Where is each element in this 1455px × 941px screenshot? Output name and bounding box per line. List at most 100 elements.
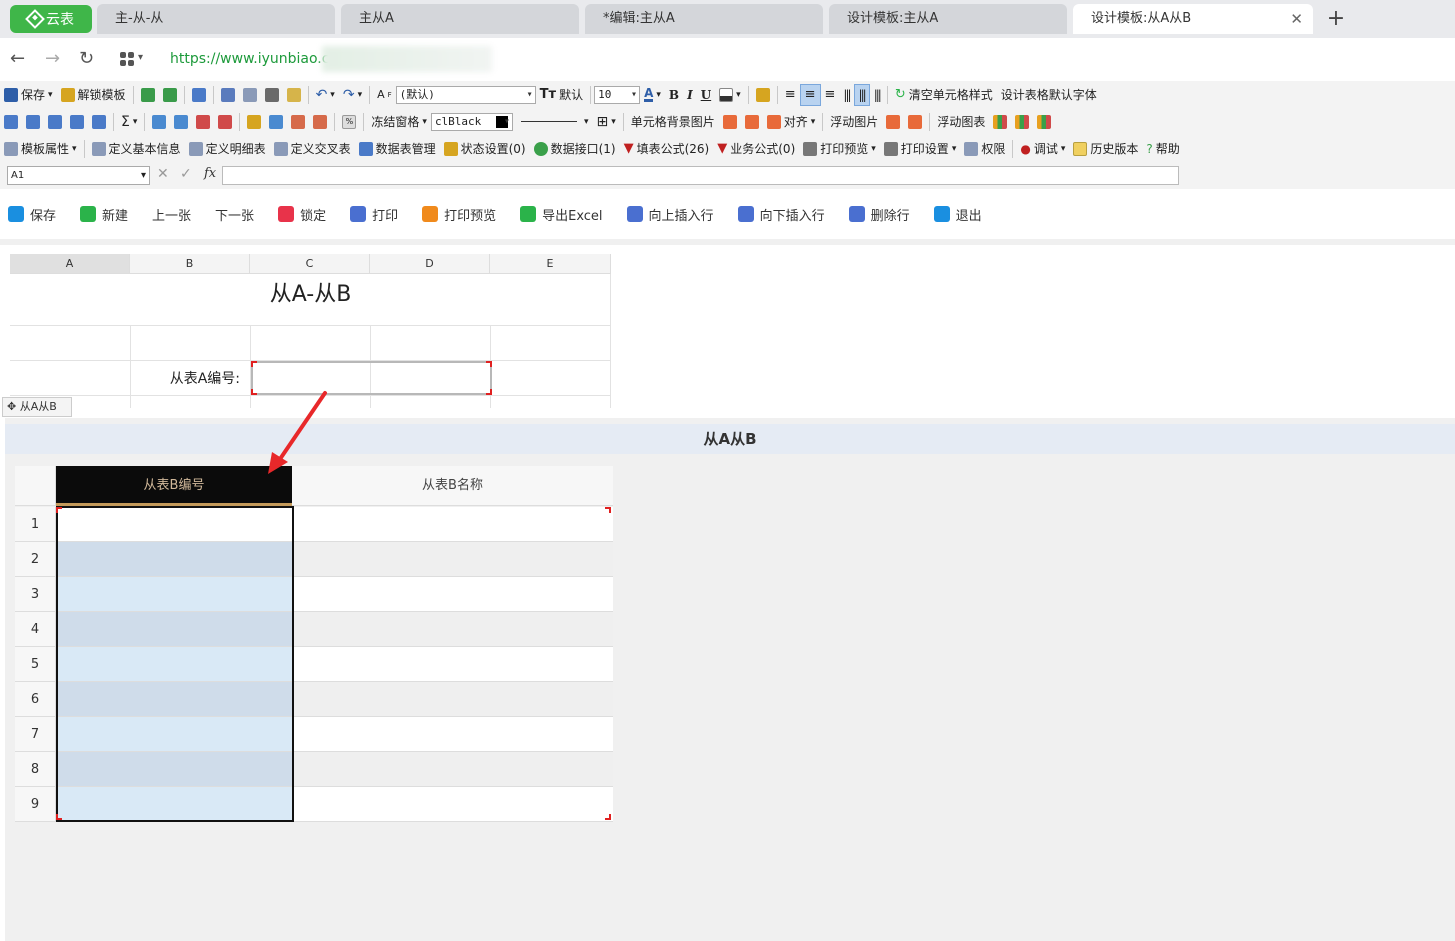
new-tab-icon[interactable]: + bbox=[1325, 4, 1347, 34]
close-tab-icon[interactable]: ✕ bbox=[1290, 4, 1303, 34]
reload-icon[interactable]: ↻ bbox=[79, 48, 94, 69]
row-number[interactable]: 5 bbox=[15, 647, 56, 682]
percent-format-button[interactable]: % bbox=[338, 111, 360, 133]
cell-slave-b-id[interactable] bbox=[56, 542, 292, 577]
header-slave-b-name[interactable]: 从表B名称 bbox=[292, 466, 613, 506]
cell-slave-b-name[interactable] bbox=[292, 682, 613, 717]
float-image-button[interactable]: 浮动图片 bbox=[826, 111, 882, 133]
valign-middle-button[interactable]: ||| bbox=[853, 83, 870, 106]
browser-tab-1[interactable]: 主-从-从 bbox=[97, 4, 335, 34]
apps-grid-icon[interactable]: ▾ bbox=[120, 52, 146, 68]
row-number[interactable]: 7 bbox=[15, 717, 56, 752]
float-chart-button[interactable]: 浮动图表 bbox=[933, 111, 989, 133]
copy-button[interactable] bbox=[239, 84, 261, 106]
border-button[interactable]: ⊞ ▾ bbox=[592, 111, 619, 133]
column-header-a[interactable]: A bbox=[10, 254, 130, 274]
data-interface-button[interactable]: 数据接口(1) bbox=[530, 138, 620, 160]
exit-button[interactable]: 退出 bbox=[933, 205, 982, 224]
cell-slave-b-name[interactable] bbox=[292, 787, 613, 822]
history-button[interactable]: 历史版本 bbox=[1069, 138, 1142, 160]
cell-slave-b-name[interactable] bbox=[292, 647, 613, 682]
add-float-image-button[interactable] bbox=[882, 111, 904, 133]
url-text[interactable]: https://www.iyunbiao.cn/ bbox=[170, 51, 343, 67]
row-number[interactable]: 6 bbox=[15, 682, 56, 717]
define-cross-button[interactable]: 定义交叉表 bbox=[270, 138, 355, 160]
align-center-button[interactable]: ≡ bbox=[799, 83, 821, 106]
remove-bg-image-button[interactable] bbox=[741, 111, 763, 133]
default-font-button[interactable]: Tт 默认 bbox=[536, 84, 587, 106]
line-style-select[interactable]: ▾ bbox=[513, 111, 593, 133]
forward-icon[interactable]: → bbox=[45, 48, 60, 69]
save-menu-button[interactable]: 保存 ▾ bbox=[0, 84, 57, 106]
delete-row-button[interactable]: 删除行 bbox=[848, 205, 910, 224]
row-number[interactable]: 8 bbox=[15, 752, 56, 787]
cell-reference-box[interactable]: A1 bbox=[7, 166, 150, 185]
print-preview-menu-button[interactable]: 打印预览 ▾ bbox=[799, 138, 880, 160]
back-icon[interactable]: ← bbox=[10, 48, 25, 69]
bar-chart-1-button[interactable] bbox=[989, 111, 1011, 133]
delete-control-1-button[interactable] bbox=[192, 111, 214, 133]
cell-slave-b-name[interactable] bbox=[292, 542, 613, 577]
row-number[interactable]: 1 bbox=[15, 507, 56, 542]
download-button[interactable] bbox=[265, 111, 287, 133]
previous-button[interactable]: 上一张 bbox=[152, 205, 191, 224]
column-header-b[interactable]: B bbox=[130, 254, 250, 274]
insert-col-right-button[interactable] bbox=[66, 111, 88, 133]
column-header-e[interactable]: E bbox=[490, 254, 611, 274]
merge-cells-button[interactable] bbox=[88, 111, 110, 133]
help-button[interactable]: ? 帮助 bbox=[1142, 138, 1183, 160]
function-icon[interactable]: fx bbox=[204, 166, 216, 181]
cell-slave-b-id[interactable] bbox=[56, 787, 292, 822]
cell-slave-b-id[interactable] bbox=[56, 577, 292, 612]
export-excel-button[interactable]: 导出Excel bbox=[520, 205, 603, 224]
brand-button[interactable]: 云表 bbox=[10, 5, 92, 33]
insert-row-below-button[interactable]: 向下插入行 bbox=[737, 205, 825, 224]
valign-top-button[interactable]: ||| bbox=[839, 84, 853, 106]
default-font-settings-button[interactable]: 设计表格默认字体 bbox=[997, 84, 1101, 106]
align-left-button[interactable]: ≡ bbox=[781, 84, 800, 106]
cell-slave-b-id[interactable] bbox=[56, 647, 292, 682]
business-formula-button[interactable]: ▼ 业务公式(0) bbox=[713, 138, 799, 160]
copy-table-button[interactable] bbox=[137, 84, 159, 106]
print-button[interactable]: 打印 bbox=[350, 205, 398, 224]
font-size-select[interactable]: 10 bbox=[594, 85, 641, 104]
next-button[interactable]: 下一张 bbox=[215, 205, 254, 224]
cell-slave-b-id[interactable] bbox=[56, 612, 292, 647]
import-button[interactable] bbox=[188, 84, 210, 106]
template-props-button[interactable]: 模板属性 ▾ bbox=[0, 138, 81, 160]
insert-row-above-button[interactable] bbox=[0, 111, 22, 133]
add-bg-image-button[interactable] bbox=[719, 111, 741, 133]
row-number[interactable]: 4 bbox=[15, 612, 56, 647]
insert-row-above-button[interactable]: 向上插入行 bbox=[626, 205, 714, 224]
selected-merged-cell[interactable] bbox=[251, 361, 492, 395]
save-button[interactable]: 保存 bbox=[8, 205, 56, 224]
field-label-slave-a-id[interactable]: 从表A编号: bbox=[150, 368, 240, 388]
cell-slave-b-id[interactable] bbox=[56, 507, 292, 542]
freeze-panes-button[interactable]: 冻结窗格 ▾ bbox=[367, 111, 431, 133]
browser-tab-2[interactable]: 主从A bbox=[341, 4, 579, 34]
redo-button[interactable]: ↷ ▾ bbox=[339, 84, 366, 106]
paste-button[interactable] bbox=[261, 84, 283, 106]
browser-tab-4[interactable]: 设计模板:主从A bbox=[829, 4, 1067, 34]
cut-button[interactable] bbox=[217, 84, 239, 106]
delete-control-2-button[interactable] bbox=[214, 111, 236, 133]
data-table-mgmt-button[interactable]: 数据表管理 bbox=[355, 138, 440, 160]
clear-style-button[interactable]: ↻ 清空单元格样式 bbox=[891, 84, 997, 106]
insert-row-below-button[interactable] bbox=[22, 111, 44, 133]
upload-button[interactable] bbox=[243, 111, 265, 133]
lock-button[interactable]: 锁定 bbox=[278, 205, 326, 224]
new-button[interactable]: 新建 bbox=[80, 205, 128, 224]
cell-bg-image-button[interactable]: 单元格背景图片 bbox=[627, 111, 719, 133]
status-settings-button[interactable]: 状态设置(0) bbox=[440, 138, 530, 160]
confirm-icon[interactable]: ✓ bbox=[180, 166, 192, 182]
sheet-title[interactable]: 从A-从B bbox=[10, 276, 611, 308]
cell-slave-b-name[interactable] bbox=[292, 717, 613, 752]
color-select[interactable]: clBlack bbox=[430, 112, 513, 131]
format-painter-button[interactable] bbox=[283, 84, 305, 106]
debug-button[interactable]: ● 调试 ▾ bbox=[1016, 138, 1069, 160]
define-detail-button[interactable]: 定义明细表 bbox=[185, 138, 270, 160]
print-settings-button[interactable]: 打印设置 ▾ bbox=[880, 138, 961, 160]
define-basic-button[interactable]: 定义基本信息 bbox=[88, 138, 185, 160]
insert-control-1-button[interactable] bbox=[148, 111, 170, 133]
cell-slave-b-name[interactable] bbox=[292, 752, 613, 787]
